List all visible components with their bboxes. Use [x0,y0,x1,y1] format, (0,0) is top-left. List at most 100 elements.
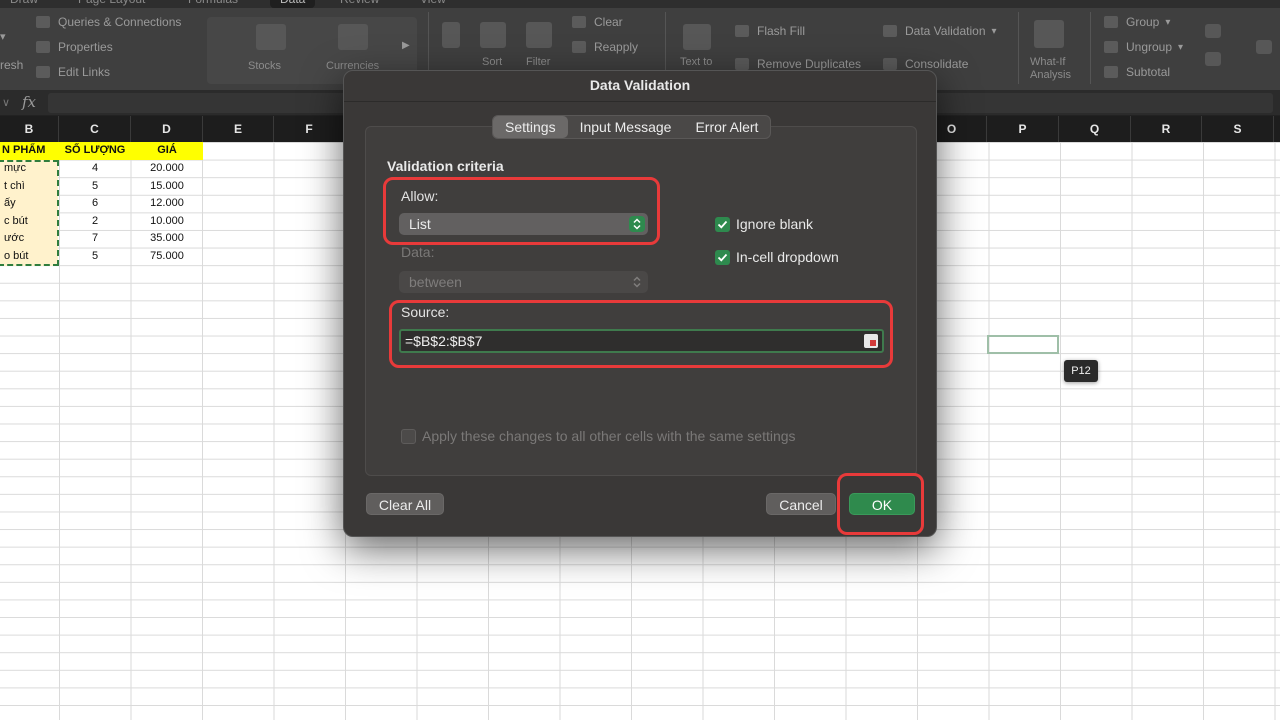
validation-criteria-heading: Validation criteria [387,158,504,174]
ungroup-button[interactable]: Ungroup ▾ [1104,40,1183,54]
ok-button[interactable]: OK [849,493,915,515]
chevron-down-icon: ▾ [1178,41,1184,53]
tab-view[interactable]: View [420,0,446,8]
insert-function-icon[interactable]: fx [22,93,36,111]
table-cell-price[interactable]: 20.000 [131,160,203,178]
filter-icon [526,22,552,48]
hide-detail-icon[interactable] [1205,52,1221,66]
table-cell-price[interactable]: 35.000 [131,230,203,248]
edit-links-button[interactable]: Edit Links [36,65,110,79]
flash-fill-icon [735,25,749,37]
reapply-icon [572,41,586,53]
subtotal-icon [1104,66,1118,78]
source-label: Source: [401,304,450,320]
analysis-icon[interactable] [1256,40,1272,54]
apply-to-all-checkbox: Apply these changes to all other cells w… [401,428,796,444]
cancel-button[interactable]: Cancel [766,493,836,515]
sort-button[interactable]: Sort [482,56,502,68]
column-header[interactable]: P [987,116,1059,142]
group-button[interactable]: Group ▾ [1104,15,1170,29]
sort-order-icon[interactable] [442,22,460,48]
stocks-icon [256,24,286,50]
column-header[interactable]: Q [1059,116,1131,142]
apply-to-all-label: Apply these changes to all other cells w… [422,428,796,444]
range-picker-icon[interactable] [864,334,878,348]
header-cell-product[interactable]: N PHẨM [0,142,59,160]
queries-connections-button[interactable]: Queries & Connections [36,15,181,29]
table-cell-price[interactable]: 75.000 [131,248,203,266]
name-box-chevron-icon[interactable]: ∨ [2,96,10,109]
column-header[interactable]: B [0,116,59,142]
tab-page-layout[interactable]: Page Layout [78,0,145,8]
properties-icon [36,41,50,53]
column-header[interactable]: E [203,116,274,142]
tab-data[interactable]: Data [270,0,316,8]
in-cell-dropdown-checkbox[interactable]: In-cell dropdown [715,249,839,265]
selected-cell[interactable] [987,335,1059,354]
table-cell-price[interactable]: 15.000 [131,178,203,196]
filter-button[interactable]: Filter [526,56,550,68]
dialog-tab-bar: Settings Input Message Error Alert [492,115,772,139]
flash-fill-button[interactable]: Flash Fill [735,24,805,38]
tab-draw[interactable]: Draw [10,0,38,8]
what-if-icon [1034,20,1064,48]
settings-panel [365,126,917,476]
tab-settings[interactable]: Settings [493,116,568,138]
column-header[interactable]: D [131,116,203,142]
refresh-button[interactable]: resh [0,58,23,72]
tab-review[interactable]: Review [340,0,379,8]
clear-all-button[interactable]: Clear All [366,493,444,515]
source-input-value: =$B$2:$B$7 [405,333,483,349]
table-cell-quantity[interactable]: 7 [59,230,131,248]
consolidate-icon [883,58,897,70]
ribbon-divider [1018,12,1019,84]
text-to-columns-icon [683,24,711,50]
data-select-value: between [409,274,462,290]
header-cell-quantity[interactable]: SỐ LƯỢNG [59,142,131,160]
data-validation-button[interactable]: Data Validation ▾ [883,24,997,38]
remove-duplicates-button[interactable]: Remove Duplicates [735,57,861,71]
what-if-button[interactable]: What-If [1030,56,1065,68]
group-icon [1104,16,1118,28]
ignore-blank-checkbox[interactable]: Ignore blank [715,216,813,232]
column-header[interactable]: S [1202,116,1274,142]
consolidate-button[interactable]: Consolidate [883,57,968,71]
ungroup-icon [1104,41,1118,53]
tab-formulas[interactable]: Formulas [188,0,238,8]
column-header[interactable]: R [1131,116,1202,142]
select-stepper-icon [629,216,645,232]
show-detail-icon[interactable] [1205,24,1221,38]
allow-label: Allow: [401,188,439,204]
source-input[interactable]: =$B$2:$B$7 [399,329,884,353]
chevron-down-icon: ▾ [1165,16,1171,28]
data-validation-icon [883,25,897,37]
dialog-title: Data Validation [589,77,691,93]
clear-button[interactable]: Clear [572,15,623,29]
table-cell-quantity[interactable]: 6 [59,195,131,213]
tab-error-alert[interactable]: Error Alert [683,116,770,138]
column-header[interactable]: F [274,116,345,142]
chevron-down-icon: ▾ [991,25,997,37]
gallery-next-icon[interactable]: ▶ [402,40,410,51]
checkmark-icon [715,216,730,232]
data-select: between [399,271,648,293]
table-cell-quantity[interactable]: 2 [59,213,131,231]
properties-button[interactable]: Properties [36,40,113,54]
table-cell-quantity[interactable]: 4 [59,160,131,178]
table-cell-quantity[interactable]: 5 [59,178,131,196]
table-cell-price[interactable]: 12.000 [131,195,203,213]
allow-select[interactable]: List [399,213,648,235]
subtotal-button[interactable]: Subtotal [1104,65,1170,79]
allow-select-value: List [409,216,431,232]
column-header[interactable]: C [59,116,131,142]
table-cell-price[interactable]: 10.000 [131,213,203,231]
reapply-button[interactable]: Reapply [572,40,638,54]
tab-input-message[interactable]: Input Message [568,116,684,138]
stocks-button[interactable]: Stocks [248,60,281,72]
header-cell-price[interactable]: GIÁ [131,142,203,160]
chevron-down-icon[interactable]: ▾ [0,30,6,43]
table-cell-quantity[interactable]: 5 [59,248,131,266]
remove-duplicates-icon [735,58,749,70]
currencies-icon [338,24,368,50]
text-to-columns-button[interactable]: Text to [680,56,712,68]
